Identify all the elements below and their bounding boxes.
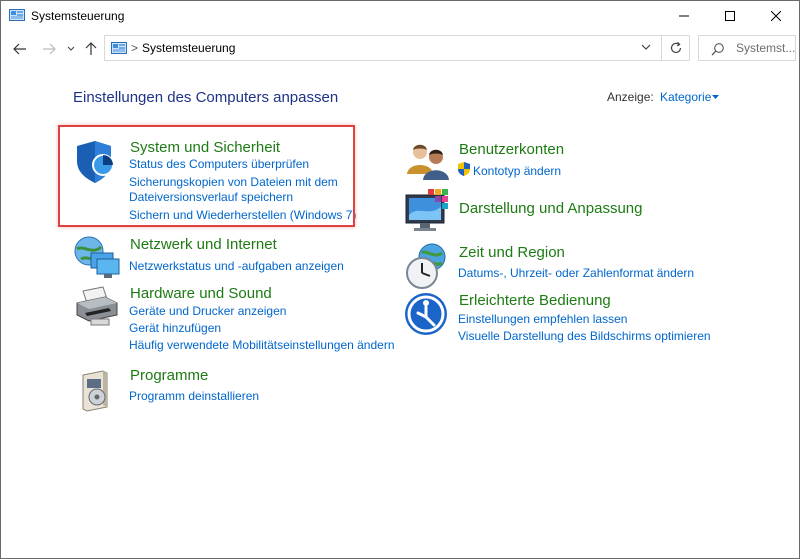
address-bar[interactable]: > Systemsteuerung	[104, 35, 662, 61]
search-box[interactable]: Systemst...	[698, 35, 796, 61]
refresh-icon	[670, 41, 681, 54]
control-panel-window: Systemsteuerung > Systemsteuerung System…	[0, 0, 800, 559]
up-button[interactable]	[82, 37, 100, 61]
breadcrumb-separator[interactable]: >	[131, 41, 138, 55]
category-link[interactable]: Netzwerkstatus und -aufgaben anzeigen	[129, 259, 344, 273]
category-title[interactable]: Hardware und Sound	[130, 285, 272, 302]
maximize-button[interactable]	[707, 1, 753, 31]
ease-of-access-icon	[405, 293, 447, 335]
category-link[interactable]: Datums-, Uhrzeit- oder Zahlenformat ände…	[458, 266, 694, 280]
category-title[interactable]: Benutzerkonten	[459, 141, 564, 158]
category-title[interactable]: Zeit und Region	[459, 244, 565, 261]
close-button[interactable]	[753, 1, 799, 31]
category-link[interactable]: Programm deinstallieren	[129, 389, 259, 403]
category-link[interactable]: Gerät hinzufügen	[129, 321, 221, 335]
window-title: Systemsteuerung	[31, 9, 125, 23]
uac-shield-icon	[458, 162, 470, 176]
arrow-left-icon	[13, 43, 26, 55]
breadcrumb[interactable]: Systemsteuerung	[142, 41, 235, 55]
arrow-up-icon	[85, 42, 97, 55]
arrow-right-icon	[43, 43, 56, 55]
printer-icon	[76, 286, 118, 326]
forward-button[interactable]	[38, 37, 60, 61]
caret-down-icon[interactable]	[712, 95, 719, 99]
users-icon	[407, 144, 449, 180]
clock-globe-icon	[406, 243, 446, 289]
category-link[interactable]: Geräte und Drucker anzeigen	[129, 304, 286, 318]
close-icon	[771, 11, 781, 21]
chevron-down-icon	[67, 46, 75, 51]
chevron-down-icon[interactable]	[641, 44, 651, 51]
category-title[interactable]: Darstellung und Anpassung	[459, 200, 642, 217]
category-link[interactable]: Visuelle Darstellung des Bildschirms opt…	[458, 329, 711, 343]
category-title[interactable]: Netzwerk und Internet	[130, 236, 277, 253]
search-input[interactable]: Systemst...	[736, 41, 795, 55]
control-panel-icon	[9, 9, 25, 21]
control-panel-icon	[111, 42, 127, 54]
recent-locations-button[interactable]	[63, 37, 79, 61]
minimize-icon	[679, 15, 689, 17]
category-link[interactable]: Kontotyp ändern	[473, 164, 561, 178]
highlight-box	[58, 125, 355, 227]
category-title[interactable]: Erleichterte Bedienung	[459, 292, 611, 309]
search-icon	[711, 43, 724, 56]
monitor-color-icon	[405, 189, 448, 231]
programs-box-icon	[82, 370, 108, 412]
page-title: Einstellungen des Computers anpassen	[73, 89, 339, 106]
view-by-label: Anzeige:	[607, 90, 654, 104]
category-link[interactable]: Häufig verwendete Mobilitätseinstellunge…	[129, 338, 395, 352]
view-by-dropdown[interactable]: Kategorie	[660, 90, 711, 104]
category-title[interactable]: Programme	[130, 367, 208, 384]
maximize-icon	[725, 11, 735, 21]
network-globe-icon	[74, 236, 120, 278]
minimize-button[interactable]	[661, 1, 707, 31]
title-bar[interactable]: Systemsteuerung	[1, 1, 799, 31]
refresh-button[interactable]	[662, 35, 690, 61]
back-button[interactable]	[9, 37, 31, 61]
category-link[interactable]: Einstellungen empfehlen lassen	[458, 312, 627, 326]
